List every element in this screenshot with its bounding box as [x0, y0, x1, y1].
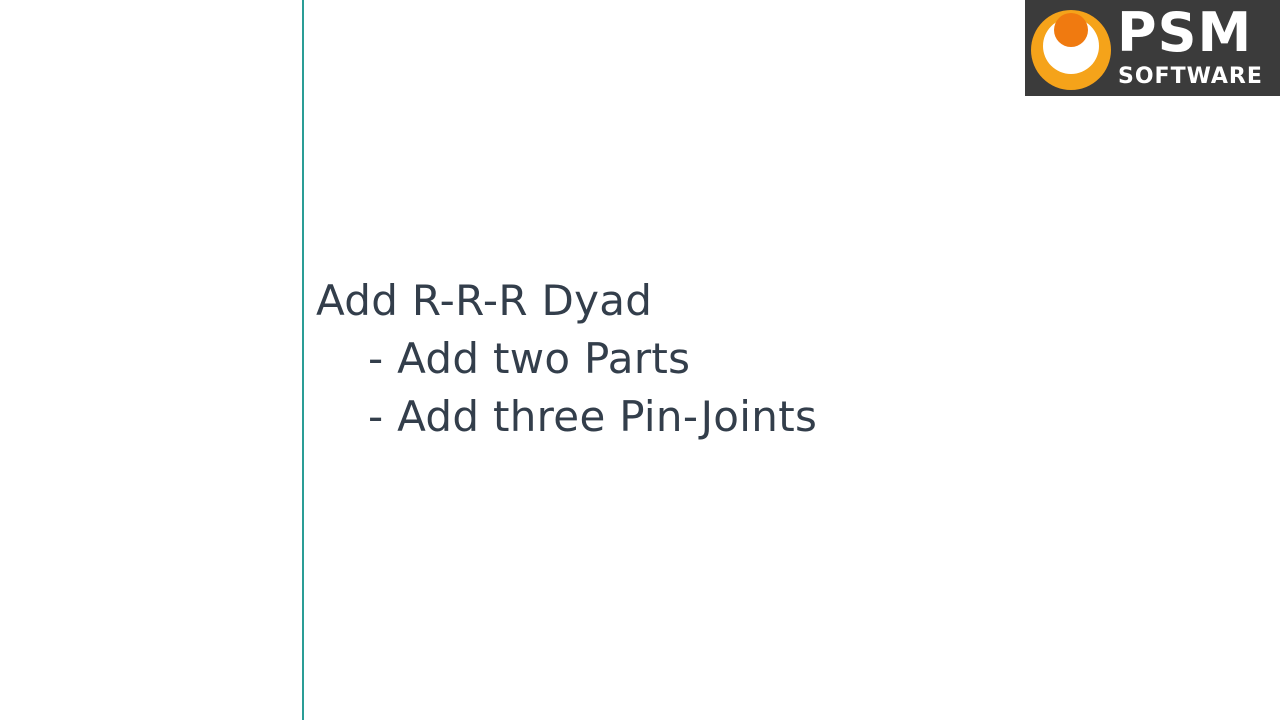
logo-sub-text: SOFTWARE	[1118, 64, 1263, 89]
logo-emblem-icon	[1031, 10, 1111, 90]
slide: Add R-R-R Dyad - Add two Parts - Add thr…	[0, 0, 1280, 720]
vertical-divider-line	[302, 0, 304, 720]
slide-content: Add R-R-R Dyad - Add two Parts - Add thr…	[316, 272, 817, 446]
logo-main-text: PSM	[1117, 1, 1253, 64]
slide-heading: Add R-R-R Dyad	[316, 276, 653, 325]
psm-software-logo: PSM SOFTWARE	[1025, 0, 1280, 96]
bullet-add-pin-joints: - Add three Pin-Joints	[368, 392, 818, 441]
bullet-add-parts: - Add two Parts	[368, 334, 691, 383]
